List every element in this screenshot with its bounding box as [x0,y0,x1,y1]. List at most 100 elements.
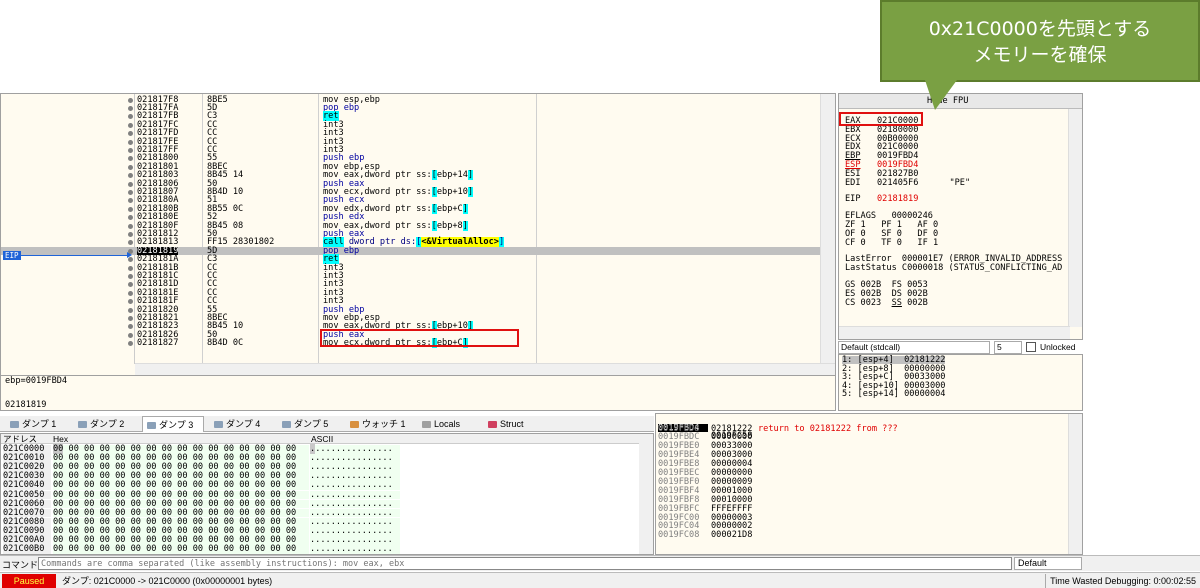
command-input[interactable] [38,557,1012,570]
command-mode-dropdown[interactable]: Default [1014,557,1082,570]
arguments-list[interactable]: 1: [esp+4] 02181222 2: [esp+8] 00000000 3:… [838,354,1083,411]
tab-ダンプ-2[interactable]: ダンプ 2 [74,416,136,432]
dump-vertical-scrollbar[interactable] [639,434,653,554]
disasm-row[interactable]: 0218180B 8B55 0C mov edx,dword ptr ss:[ebp… [1,203,821,214]
tab-ダンプ-4[interactable]: ダンプ 4 [210,416,272,432]
dump-row[interactable]: 021C0060 00 00 00 00 00 00 00 00 00 00 00… [1,499,641,509]
breakpoint-dot-icon[interactable] [128,324,133,330]
stack-row[interactable]: 0019FBFC FFFEFFFF [656,504,1076,514]
breakpoint-dot-icon[interactable] [128,273,133,279]
dump-ascii: ................ [310,499,400,509]
breakpoint-dot-icon[interactable] [128,198,133,204]
disasm-row[interactable]: 0218181D CC int3 [1,280,821,289]
disasm-row[interactable]: 0218181F CC int3 [1,297,821,306]
stack-top-row[interactable]: 0019FBD4 0019FC58 [656,415,1076,441]
locals-icon [422,421,431,429]
segment-row[interactable]: CS 0023 SS 002B [845,298,928,308]
disasm-row[interactable]: 02181800 55 push ebp [1,154,821,163]
breakpoint-dot-icon[interactable] [128,223,133,229]
breakpoint-dot-icon[interactable] [128,341,133,347]
disasm-row[interactable]: 02181813 FF15 28301802 call dword ptr ds:[… [1,237,821,248]
disasm-row[interactable]: 021817FD CC int3 [1,129,821,138]
breakpoint-dot-icon[interactable] [128,332,133,338]
breakpoint-dot-icon[interactable] [128,315,133,321]
dump-header-ascii: ASCII [311,434,334,444]
breakpoint-dot-icon[interactable] [128,290,133,296]
disasm-row[interactable]: 02181803 8B45 14 mov eax,dword ptr ss:[ebp… [1,170,821,181]
disasm-row[interactable]: 0218180F 8B45 08 mov eax,dword ptr ss:[ebp… [1,220,821,231]
disasm-row[interactable]: 021817FB C3 ret [1,111,821,122]
disassembly-view[interactable]: 021817F8 8BE5 mov esp,ebp 021817FA 5D pop ebp… [0,93,836,376]
breakpoint-dot-icon[interactable] [128,265,133,271]
registers-horizontal-scrollbar[interactable] [839,326,1070,339]
breakpoint-dot-icon[interactable] [128,240,133,246]
hide-fpu-button[interactable]: Hide FPU [839,94,1082,109]
stack-row[interactable]: 0019FC08 000021D8 [656,531,1076,540]
disasm-row[interactable]: 021817FE CC int3 [1,137,821,146]
dump-hex: 00 00 00 00 00 00 00 00 00 00 00 00 00 0… [53,481,309,491]
disasm-row[interactable]: 02181807 8B4D 10 mov ecx,dword ptr ss:[ebp… [1,186,821,197]
breakpoint-dot-icon[interactable] [128,189,133,195]
disasm-row[interactable]: 021817FC CC int3 [1,120,821,129]
breakpoint-dot-icon[interactable] [128,156,133,162]
flags-row[interactable]: CF 0 TF 0 IF 1 [845,238,938,248]
tab-label: ウォッチ 1 [362,419,406,429]
argument-count-spinner[interactable]: 5 [994,341,1022,354]
breakpoint-dot-icon[interactable] [128,114,133,120]
disasm-row[interactable]: 021817FA 5D pop ebp [1,103,821,112]
stack-value: 000021D8 [711,530,753,541]
dump-row[interactable]: 021C0050 00 00 00 00 00 00 00 00 00 00 00… [1,490,641,500]
dump-row[interactable]: 021C00B0 00 00 00 00 00 00 00 00 00 00 00… [1,545,641,554]
breakpoint-dot-icon[interactable] [128,299,133,305]
disasm-row[interactable]: 0218181C CC int3 [1,271,821,280]
tab-ウォッチ-1[interactable]: ウォッチ 1 [346,416,412,432]
breakpoint-dot-icon[interactable] [128,307,133,313]
disasm-row[interactable]: 0218181A C3 ret [1,254,821,265]
stack-address: 0019FC08 [658,530,700,541]
dump-header: アドレス Hex ASCII [1,434,653,444]
breakpoint-dot-icon[interactable] [128,215,133,221]
tab-label: ダンプ 3 [159,420,194,430]
calling-convention-dropdown[interactable]: Default (stdcall) [838,341,990,354]
tab-struct[interactable]: Struct [484,416,540,432]
disasm-row[interactable]: 021817FF CC int3 [1,145,821,154]
argument-row[interactable]: 5: [esp+14] 00000004 [842,390,945,399]
dump-hex: 00 00 00 00 00 00 00 00 00 00 00 00 00 0… [53,490,309,500]
breakpoint-dot-icon[interactable] [128,181,133,187]
stack-view[interactable]: 0019FBD4 0019FC58 0019FBD8 02181222 return… [655,413,1083,555]
register-eip[interactable]: EIP 02181819 [845,195,918,204]
breakpoint-dot-icon[interactable] [128,173,133,179]
disasm-row[interactable]: 02181819 5D pop ebp [1,246,821,255]
disasm-vertical-scrollbar[interactable] [820,94,835,364]
watch-icon [350,421,359,429]
breakpoint-dot-icon[interactable] [128,282,133,288]
breakpoint-dot-icon[interactable] [128,131,133,137]
registers-panel[interactable]: Hide FPU EAX 021C0000 EBX 02180000 ECX 00B000… [838,93,1083,340]
unlocked-checkbox[interactable] [1026,342,1036,352]
disasm-row[interactable]: 021817F8 8BE5 mov esp,ebp [1,95,821,104]
stack-vertical-scrollbar[interactable] [1068,414,1082,554]
breakpoint-dot-icon[interactable] [128,206,133,212]
memory-dump-view[interactable]: アドレス Hex ASCII 021C0000 00 00 00 00 00 00… [0,433,654,555]
disasm-row[interactable]: 02181820 55 push ebp [1,305,821,314]
dump-ascii: ................ [310,490,400,500]
breakpoint-dot-icon[interactable] [128,231,133,237]
breakpoint-dot-icon[interactable] [128,147,133,153]
tab-ダンプ-3[interactable]: ダンプ 3 [142,416,204,432]
registers-vertical-scrollbar[interactable] [1068,109,1082,327]
disasm-row[interactable]: 0218181E CC int3 [1,288,821,297]
last-status[interactable]: LastStatus C0000018 (STATUS_CONFLICTING_… [845,264,1062,273]
breakpoint-dot-icon[interactable] [128,122,133,128]
register-edi[interactable]: EDI 021405F6 "PE" [845,178,970,188]
tab-ダンプ-1[interactable]: ダンプ 1 [6,416,68,432]
breakpoint-dot-icon[interactable] [128,97,133,103]
tab-locals[interactable]: Locals [418,416,478,432]
disasm-horizontal-scrollbar[interactable] [135,363,835,375]
breakpoint-dot-icon[interactable] [128,164,133,170]
disasm-row[interactable]: 0218181B CC int3 [1,263,821,272]
tab-ダンプ-5[interactable]: ダンプ 5 [278,416,340,432]
breakpoint-dot-icon[interactable] [128,105,133,111]
disasm-address: 02181827 [137,338,179,349]
breakpoint-dot-icon[interactable] [128,139,133,145]
dump-row[interactable]: 021C0040 00 00 00 00 00 00 00 00 00 00 00… [1,481,641,491]
